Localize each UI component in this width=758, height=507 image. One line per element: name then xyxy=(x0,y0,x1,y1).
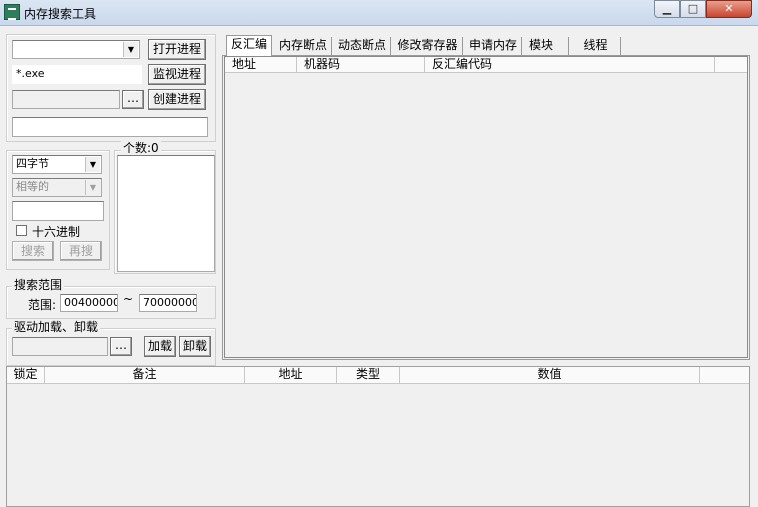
app-icon xyxy=(4,4,20,20)
column-disassembly-code[interactable]: 反汇编代码 xyxy=(425,57,715,73)
create-process-button[interactable]: 创建进程 xyxy=(148,89,206,110)
browse-driver-button[interactable]: … xyxy=(110,337,132,356)
chevron-down-icon[interactable]: ▼ xyxy=(85,157,100,172)
result-list[interactable]: 锁定 备注 地址 类型 数值 xyxy=(6,366,750,507)
column-machine-code[interactable]: 机器码 xyxy=(297,57,425,73)
minimize-button[interactable]: ▁ xyxy=(654,0,680,18)
range-to-input[interactable]: 70000000 xyxy=(139,294,197,312)
search-button[interactable]: 搜索 xyxy=(12,241,54,261)
filter-input[interactable]: *.exe xyxy=(12,65,142,84)
load-driver-button[interactable]: 加载 xyxy=(144,336,176,357)
tab-modules[interactable]: 模块 xyxy=(524,37,569,55)
open-process-button[interactable]: 打开进程 xyxy=(148,39,206,60)
close-button[interactable]: ✕ xyxy=(706,0,752,18)
process-path-field[interactable] xyxy=(12,90,120,109)
column-address[interactable]: 地址 xyxy=(225,57,297,73)
column-value[interactable]: 数值 xyxy=(400,367,700,384)
hex-checkbox[interactable] xyxy=(16,225,27,236)
maximize-button[interactable]: □ xyxy=(680,0,706,18)
tab-dynamic-breakpoint[interactable]: 动态断点 xyxy=(334,37,391,55)
title-bar[interactable]: 内存搜索工具 ▁ □ ✕ xyxy=(0,0,758,26)
monitor-process-button[interactable]: 监视进程 xyxy=(148,64,206,85)
tab-threads[interactable]: 线程 xyxy=(571,37,621,55)
address-list[interactable] xyxy=(117,155,215,272)
count-label: 个数:0 xyxy=(121,141,161,155)
tab-disassembly[interactable]: 反汇编 xyxy=(226,35,272,56)
tab-memory-breakpoint[interactable]: 内存断点 xyxy=(275,37,332,55)
column-lock[interactable]: 锁定 xyxy=(7,367,45,384)
size-combo[interactable]: 四字节 ▼ xyxy=(12,155,102,174)
size-combo-value: 四字节 xyxy=(16,157,49,170)
driver-path-field[interactable] xyxy=(12,337,108,356)
range-separator: ~ xyxy=(123,292,134,306)
column-remark[interactable]: 备注 xyxy=(45,367,245,384)
range-label: 范围: xyxy=(28,298,57,312)
range-legend: 搜索范围 xyxy=(12,278,65,292)
driver-legend: 驱动加载、卸载 xyxy=(12,320,101,334)
compare-combo-value: 相等的 xyxy=(16,180,49,193)
research-button[interactable]: 再搜 xyxy=(60,241,102,261)
tab-modify-registers[interactable]: 修改寄存器 xyxy=(393,37,463,55)
range-from-input[interactable]: 00400000 xyxy=(60,294,118,312)
tab-allocate-memory[interactable]: 申请内存 xyxy=(465,37,522,55)
window-title: 内存搜索工具 xyxy=(24,7,97,21)
search-value-input[interactable] xyxy=(12,201,104,221)
unload-driver-button[interactable]: 卸载 xyxy=(179,336,211,357)
column-address[interactable]: 地址 xyxy=(245,367,337,384)
disassembly-list[interactable]: 地址 机器码 反汇编代码 xyxy=(224,56,748,358)
browse-process-button[interactable]: … xyxy=(122,90,144,109)
process-info-field[interactable] xyxy=(12,117,208,137)
compare-combo[interactable]: 相等的 ▼ xyxy=(12,178,102,197)
process-combo[interactable]: ▼ xyxy=(12,40,140,59)
hex-label: 十六进制 xyxy=(32,225,81,239)
chevron-down-icon[interactable]: ▼ xyxy=(85,180,100,195)
client-area: ▼ 打开进程 *.exe 监视进程 … 创建进程 四字节 ▼ 相等的 ▼ 十六进… xyxy=(0,26,758,507)
column-type[interactable]: 类型 xyxy=(337,367,400,384)
chevron-down-icon[interactable]: ▼ xyxy=(123,42,138,57)
